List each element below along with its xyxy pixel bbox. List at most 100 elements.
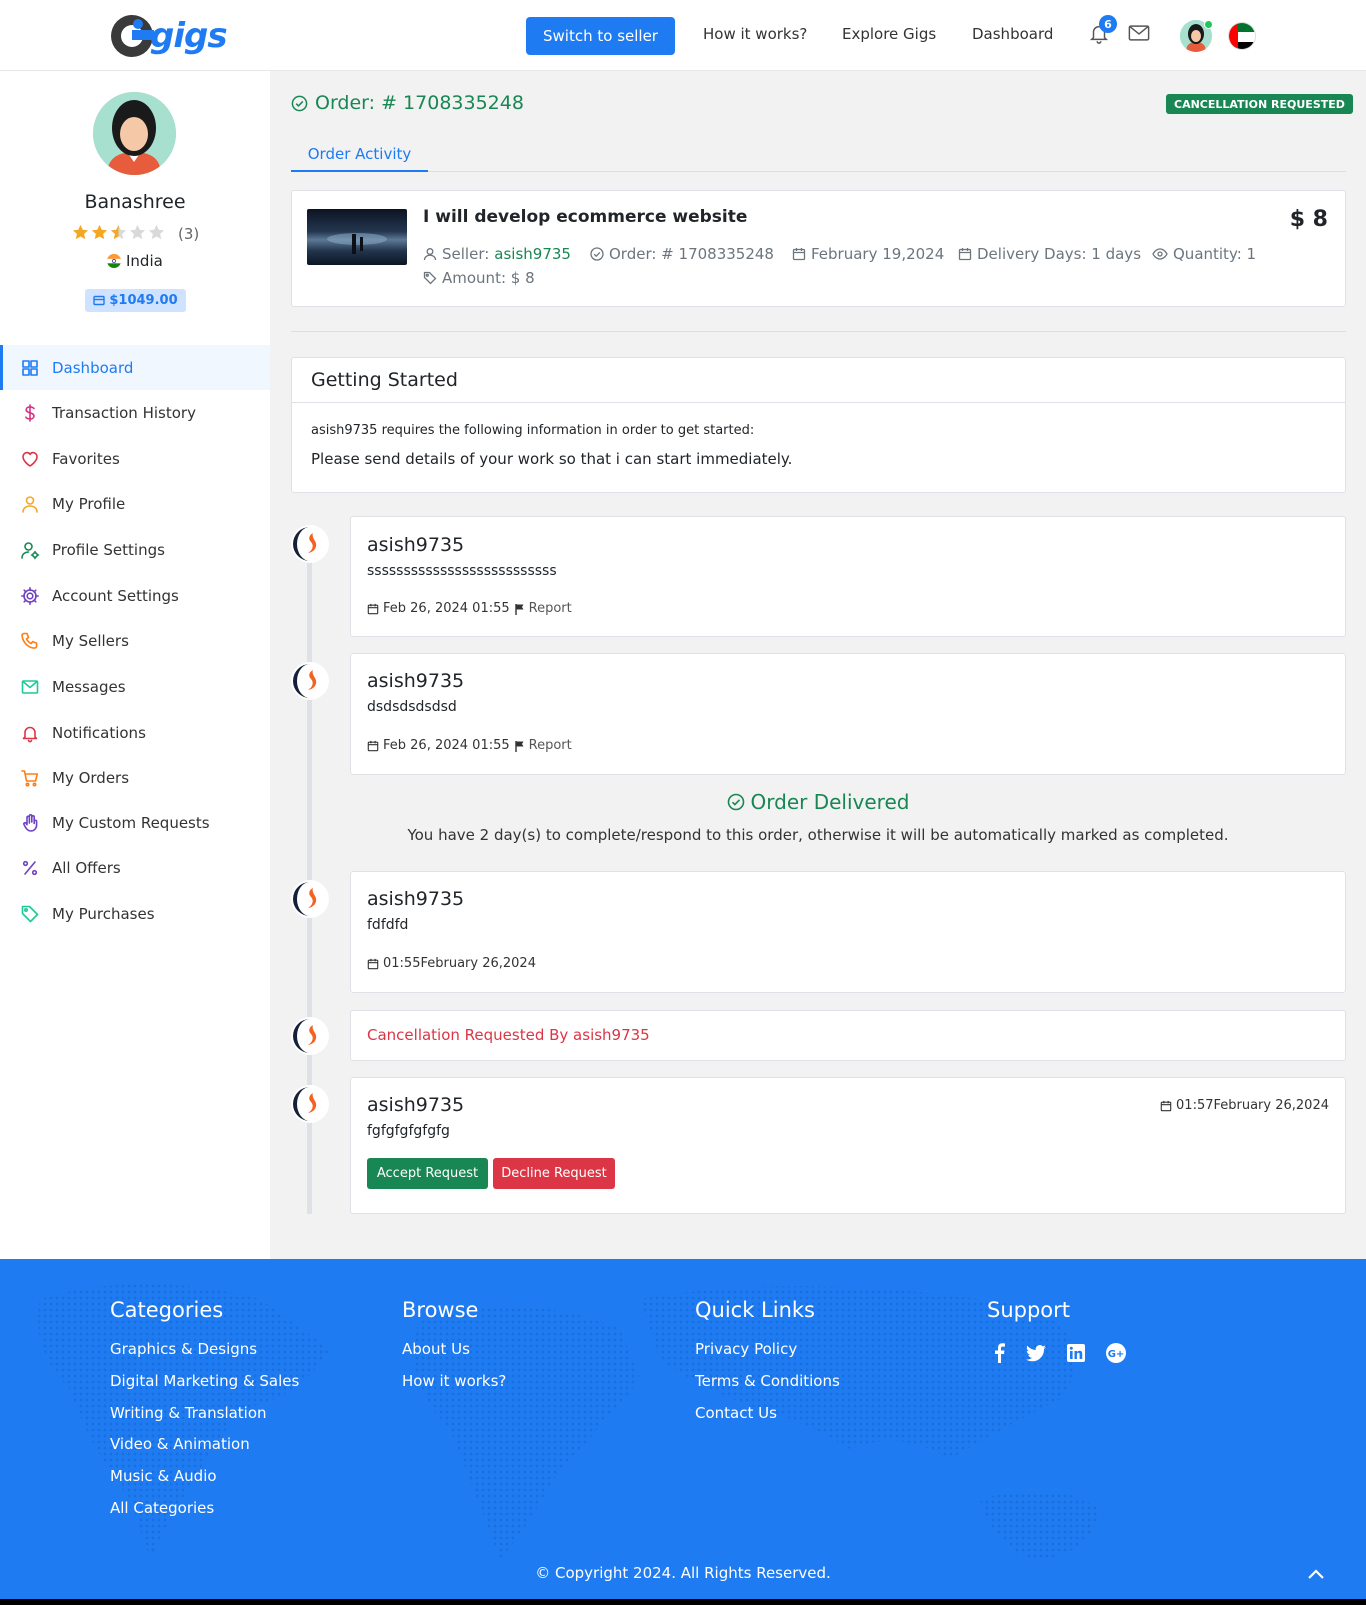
heart-icon	[20, 449, 40, 469]
seller-link[interactable]: asish9735	[494, 245, 571, 263]
star-icon	[110, 224, 127, 240]
decline-request-button[interactable]: Decline Request	[493, 1158, 615, 1189]
balance-badge: $1049.00	[85, 289, 186, 312]
delivery-meta: Delivery Days: 1 days	[958, 245, 1141, 263]
footer-link[interactable]: Terms & Conditions	[695, 1372, 840, 1390]
gig-thumbnail[interactable]	[307, 209, 407, 265]
message-card	[350, 871, 1346, 993]
message-username: asish9735	[367, 670, 465, 692]
flag-icon	[514, 603, 524, 615]
sidebar-item-label: My Custom Requests	[52, 813, 210, 832]
nav-explore-gigs[interactable]: Explore Gigs	[842, 25, 936, 43]
notification-badge: 6	[1099, 15, 1117, 33]
nav-how-it-works[interactable]: How it works?	[703, 25, 807, 43]
sidebar-item-label: Dashboard	[52, 358, 134, 377]
sidebar-item-my-sellers[interactable]: My Sellers	[0, 618, 270, 663]
wallet-icon	[93, 295, 106, 306]
sidebar-item-label: Profile Settings	[52, 540, 165, 559]
bell-icon	[20, 723, 40, 743]
site-logo[interactable]: gigs	[108, 10, 228, 62]
delivered-title: Order Delivered	[750, 790, 910, 814]
percent-icon	[20, 858, 40, 878]
logo-text: gigs	[150, 16, 228, 56]
delivered-note: You have 2 day(s) to complete/respond to…	[407, 826, 1229, 844]
seller-avatar	[291, 662, 329, 700]
footer-link[interactable]: All Categories	[110, 1499, 214, 1517]
sidebar-item-notifications[interactable]: Notifications	[0, 710, 270, 755]
accept-request-button[interactable]: Accept Request	[367, 1158, 488, 1189]
message-meta: 01:55February 26,2024	[367, 956, 536, 971]
review-count: (3)	[178, 225, 200, 243]
sidebar-item-all-offers[interactable]: All Offers	[0, 845, 270, 890]
mail-icon[interactable]	[1128, 24, 1150, 42]
sidebar-item-my-orders[interactable]: My Orders	[0, 755, 270, 800]
sidebar-item-transaction-history[interactable]: Transaction History	[0, 390, 270, 435]
footer-heading-support: Support	[987, 1298, 1071, 1322]
footer-heading-quick-links: Quick Links	[695, 1298, 816, 1322]
sidebar-item-label: Notifications	[52, 723, 146, 742]
user-icon	[20, 494, 40, 514]
svg-text:G+: G+	[1108, 1349, 1125, 1360]
switch-to-seller-button[interactable]: Switch to seller	[526, 17, 675, 55]
footer-link[interactable]: Music & Audio	[110, 1467, 217, 1485]
gear-icon	[20, 586, 40, 606]
scroll-to-top-button[interactable]	[1307, 1568, 1325, 1580]
seller-meta: Seller: asish9735	[423, 245, 571, 263]
message-username: asish9735	[367, 888, 465, 910]
order-number: Order: # 1708335248	[315, 92, 524, 114]
footer-link[interactable]: Graphics & Designs	[110, 1340, 257, 1358]
nav-dashboard[interactable]: Dashboard	[972, 25, 1053, 43]
user-icon	[423, 248, 437, 261]
sidebar-item-dashboard[interactable]: Dashboard	[0, 345, 270, 390]
facebook-icon[interactable]	[993, 1343, 1005, 1363]
tag-icon	[20, 904, 40, 924]
sidebar-item-label: All Offers	[52, 858, 121, 877]
report-label: Report	[528, 738, 572, 753]
order-date-text: February 19,2024	[811, 245, 945, 263]
google-plus-icon[interactable]: G+	[1106, 1343, 1126, 1363]
sidebar-item-label: My Orders	[52, 768, 130, 787]
report-link[interactable]: Report	[514, 738, 572, 753]
country-label: India	[126, 252, 163, 270]
tabs-divider	[291, 171, 1346, 172]
message-date: 01:57February 26,2024	[1176, 1098, 1329, 1113]
footer-link[interactable]: Writing & Translation	[110, 1404, 267, 1422]
seller-avatar	[291, 525, 329, 563]
sidebar-item-my-profile[interactable]: My Profile	[0, 481, 270, 526]
cancellation-text: Cancellation Requested By asish9735	[367, 1026, 650, 1044]
sidebar-item-account-settings[interactable]: Account Settings	[0, 573, 270, 618]
requirement-text: asish9735 requires the following informa…	[311, 423, 755, 438]
linkedin-icon[interactable]	[1067, 1344, 1085, 1362]
hand-icon	[20, 813, 40, 833]
footer-link[interactable]: Digital Marketing & Sales	[110, 1372, 299, 1390]
getting-started-title: Getting Started	[292, 358, 1345, 403]
sidebar-item-my-purchases[interactable]: My Purchases	[0, 891, 270, 936]
footer-link[interactable]: How it works?	[402, 1372, 506, 1390]
star-icon	[129, 224, 146, 240]
footer-link[interactable]: Contact Us	[695, 1404, 777, 1422]
flag-icon	[514, 740, 524, 752]
footer-link[interactable]: Privacy Policy	[695, 1340, 797, 1358]
calendar-icon	[367, 603, 379, 614]
message-text: fdfdfd	[367, 917, 409, 933]
footer-link[interactable]: About Us	[402, 1340, 470, 1358]
twitter-icon[interactable]	[1026, 1344, 1046, 1362]
sidebar-item-profile-settings[interactable]: Profile Settings	[0, 527, 270, 572]
calendar-icon	[367, 740, 379, 751]
sidebar-item-messages[interactable]: Messages	[0, 664, 270, 709]
tab-order-activity[interactable]: Order Activity	[291, 137, 428, 172]
amount-meta: Amount: $ 8	[423, 269, 535, 287]
message-card	[350, 653, 1346, 775]
sidebar-item-my-custom-requests[interactable]: My Custom Requests	[0, 800, 270, 845]
user-gear-icon	[20, 540, 40, 560]
sidebar-item-favorites[interactable]: Favorites	[0, 436, 270, 481]
star-icon	[148, 224, 165, 240]
order-no-meta: Order: # 1708335248	[590, 245, 774, 263]
copyright: © Copyright 2024. All Rights Reserved.	[535, 1564, 831, 1582]
gig-title[interactable]: I will develop ecommerce website	[423, 207, 747, 227]
uae-flag-icon[interactable]	[1228, 22, 1256, 50]
logo-icon	[111, 15, 154, 57]
report-link[interactable]: Report	[514, 601, 572, 616]
footer-link[interactable]: Video & Animation	[110, 1435, 250, 1453]
message-date: Feb 26, 2024 01:55	[383, 738, 510, 753]
